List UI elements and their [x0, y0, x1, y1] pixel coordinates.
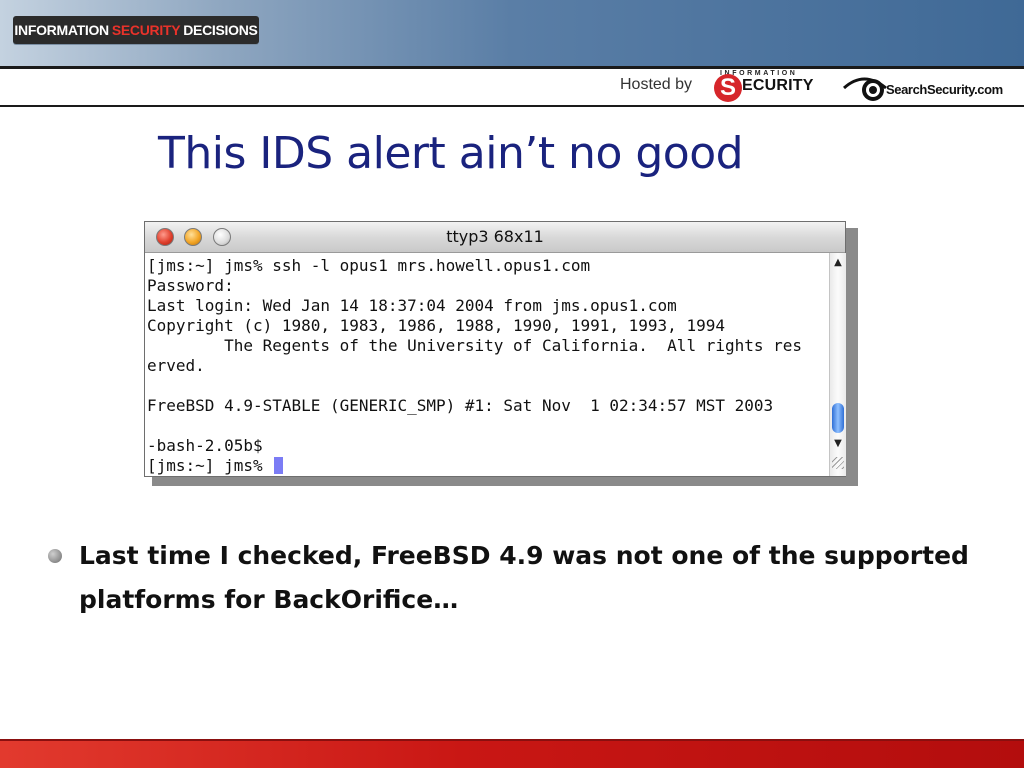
scrollbar-thumb[interactable]: [832, 403, 844, 433]
header-divider-bottom: [0, 105, 1024, 107]
footer-bar: [0, 741, 1024, 768]
brand-word-security: SECURITY: [111, 22, 181, 38]
header-banner: INFORMATION SECURITY DECISIONS: [0, 0, 1024, 66]
terminal-line: Copyright (c) 1980, 1983, 1986, 1988, 19…: [147, 316, 725, 335]
hosted-by-label: Hosted by: [620, 76, 693, 93]
brand-logo: INFORMATION SECURITY DECISIONS: [13, 16, 259, 44]
terminal-titlebar[interactable]: ttyp3 68x11: [145, 222, 845, 253]
information-security-logo: INFORMATION S ECURITY: [712, 70, 824, 104]
eye-icon: [842, 77, 887, 101]
terminal-output[interactable]: [jms:~] jms% ssh -l opus1 mrs.howell.opu…: [147, 256, 827, 476]
terminal-line: erved.: [147, 356, 205, 375]
brand-word-decisions: DECISIONS: [183, 22, 258, 38]
terminal-line: Password:: [147, 276, 234, 295]
terminal-line: [jms:~] jms% ssh -l opus1 mrs.howell.opu…: [147, 256, 591, 275]
information-security-logo-s: S: [714, 74, 742, 102]
searchsecurity-logo-text: SearchSecurity.com: [886, 82, 1003, 97]
terminal-prompt-line[interactable]: [jms:~] jms%: [147, 456, 827, 476]
terminal-title: ttyp3 68x11: [446, 227, 544, 246]
terminal-line: FreeBSD 4.9-STABLE (GENERIC_SMP) #1: Sat…: [147, 396, 774, 415]
terminal-line: Last login: Wed Jan 14 18:37:04 2004 fro…: [147, 296, 677, 315]
slide-title: This IDS alert ain’t no good: [158, 128, 744, 179]
terminal-scrollbar[interactable]: ▲ ▼: [829, 253, 846, 476]
terminal-line: -bash-2.05b$: [147, 436, 263, 455]
scroll-down-arrow-icon[interactable]: ▼: [830, 436, 846, 452]
text-cursor: [274, 457, 284, 474]
bullet-icon: [48, 549, 62, 563]
searchsecurity-logo: SearchSecurity.com: [842, 72, 1014, 104]
information-security-logo-text: ECURITY: [742, 77, 814, 94]
scroll-up-arrow-icon[interactable]: ▲: [830, 255, 846, 271]
terminal-prompt: [jms:~] jms%: [147, 456, 273, 475]
brand-word-information: INFORMATION: [14, 22, 109, 38]
terminal-line: The Regents of the University of Califor…: [147, 336, 803, 355]
resize-grip-icon[interactable]: [832, 457, 844, 469]
bullet-text: Last time I checked, FreeBSD 4.9 was not…: [79, 541, 969, 614]
terminal-window[interactable]: ttyp3 68x11 [jms:~] jms% ssh -l opus1 mr…: [144, 221, 846, 477]
